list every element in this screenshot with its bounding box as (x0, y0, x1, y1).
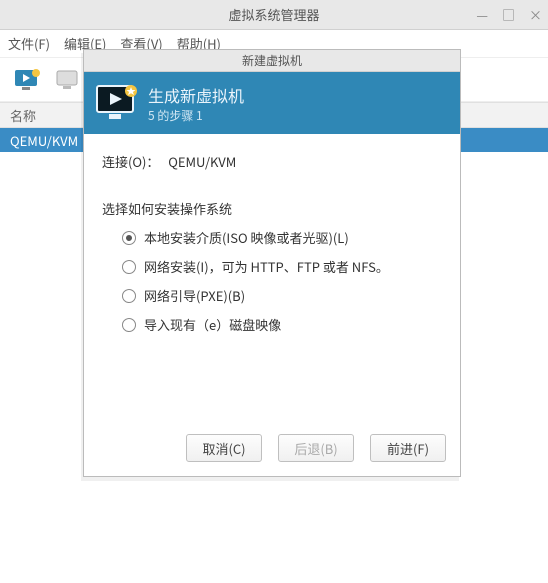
monitor-icon (96, 85, 138, 121)
dialog-title: 新建虚拟机 (242, 52, 302, 69)
window-controls: — □ × (476, 5, 542, 24)
connection-value: QEMU/KVM (168, 152, 236, 171)
radio-pxe-boot[interactable]: 网络引导(PXE)(B) (122, 286, 442, 305)
cancel-button[interactable]: 取消(C) (186, 434, 262, 462)
connection-row: 连接(O)： QEMU/KVM (102, 152, 442, 171)
forward-button[interactable]: 前进(F) (370, 434, 446, 462)
install-method-group: 本地安装介质(ISO 映像或者光驱)(L) 网络安装(I)，可为 HTTP、FT… (102, 228, 442, 334)
dialog-step: 5 的步骤 1 (148, 107, 244, 124)
button-label: 前进(F) (387, 439, 429, 458)
minimize-button[interactable]: — (476, 5, 488, 24)
maximize-button[interactable]: □ (502, 5, 515, 24)
new-vm-icon[interactable] (12, 66, 44, 94)
radio-icon (122, 260, 136, 274)
install-method-label: 选择如何安装操作系统 (102, 199, 442, 218)
list-row-label: QEMU/KVM (10, 131, 78, 150)
radio-icon (122, 318, 136, 332)
button-label: 后退(B) (294, 439, 337, 458)
dialog-header-text: 生成新虚拟机 5 的步骤 1 (148, 83, 244, 124)
titlebar: 虚拟系统管理器 — □ × (0, 0, 548, 30)
dialog-titlebar: 新建虚拟机 (84, 50, 460, 72)
window-title: 虚拟系统管理器 (228, 5, 319, 24)
list-header-name: 名称 (10, 106, 36, 125)
radio-local-media[interactable]: 本地安装介质(ISO 映像或者光驱)(L) (122, 228, 442, 247)
menu-file[interactable]: 文件(F) (8, 34, 50, 53)
radio-label: 导入现有（e）磁盘映像 (144, 315, 281, 334)
radio-network-install[interactable]: 网络安装(I)，可为 HTTP、FTP 或者 NFS。 (122, 257, 442, 276)
radio-label: 网络安装(I)，可为 HTTP、FTP 或者 NFS。 (144, 257, 389, 276)
radio-icon (122, 289, 136, 303)
radio-import-disk[interactable]: 导入现有（e）磁盘映像 (122, 315, 442, 334)
back-button[interactable]: 后退(B) (278, 434, 354, 462)
radio-label: 网络引导(PXE)(B) (144, 286, 245, 305)
connection-label: 连接(O)： (102, 152, 159, 171)
radio-label: 本地安装介质(ISO 映像或者光驱)(L) (144, 228, 349, 247)
new-vm-dialog: 新建虚拟机 生成新虚拟机 5 的步骤 1 连接(O)： QEMU/KVM 选择如… (83, 49, 461, 477)
close-button[interactable]: × (529, 5, 542, 24)
open-vm-icon[interactable] (52, 66, 84, 94)
dialog-heading: 生成新虚拟机 (148, 83, 244, 107)
radio-icon (122, 231, 136, 245)
dialog-header: 生成新虚拟机 5 的步骤 1 (84, 72, 460, 134)
dialog-footer: 取消(C) 后退(B) 前进(F) (84, 424, 460, 476)
button-label: 取消(C) (202, 439, 245, 458)
dialog-body: 连接(O)： QEMU/KVM 选择如何安装操作系统 本地安装介质(ISO 映像… (84, 134, 460, 424)
